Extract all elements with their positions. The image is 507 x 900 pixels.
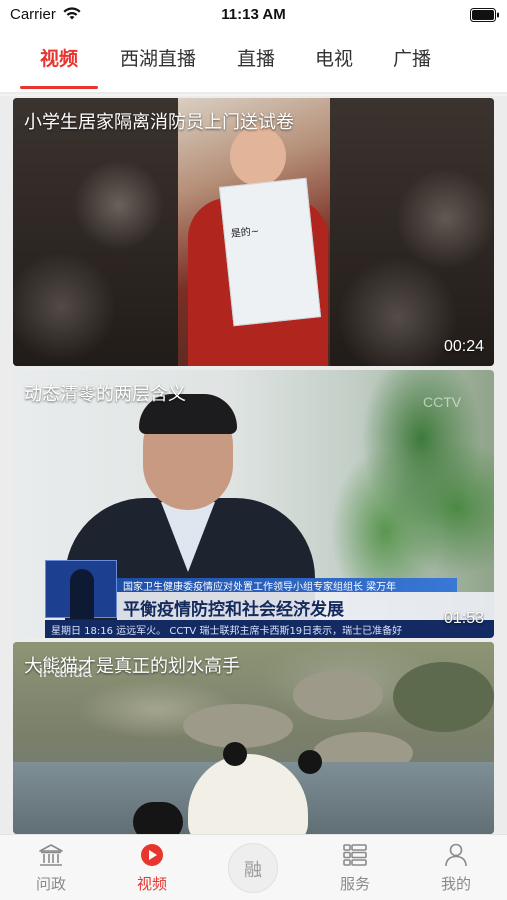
- tab-label: 广播: [392, 48, 431, 70]
- video-duration: 00:24: [443, 338, 484, 355]
- news-caption: 平衡疫情防控和社会经济发展: [123, 600, 344, 620]
- plant-background: [313, 370, 494, 600]
- tabbar-label: 问政: [35, 875, 66, 893]
- tabbar-label: 我的: [440, 875, 471, 893]
- video-title: 小学生居家隔离消防员上门送试卷: [24, 112, 294, 133]
- rock: [293, 670, 383, 720]
- exam-paper: 是的~: [218, 177, 322, 327]
- tab-video[interactable]: 视频: [28, 44, 90, 84]
- user-profile-icon: [445, 843, 467, 867]
- tab-tv[interactable]: 电视: [306, 44, 362, 84]
- video-card[interactable]: CCTV 国家卫生健康委疫情应对处置工作领导小组专家组组长 梁万年 平衡疫情防控…: [13, 370, 494, 638]
- channel-tabs: 视频 西湖直播 直播 电视 广播: [0, 36, 507, 90]
- panda-ear: [298, 750, 322, 774]
- play-circle-icon: [141, 844, 163, 866]
- name-strap-text: 国家卫生健康委疫情应对处置工作领导小组专家组组长 梁万年: [123, 582, 397, 593]
- sign-language-interpreter: [70, 569, 94, 619]
- center-button-label: 融: [244, 860, 262, 881]
- tv-channel-logo: CCTV: [423, 394, 462, 410]
- child-face: [230, 126, 286, 186]
- tabbar-item-profile[interactable]: 我的: [421, 835, 491, 900]
- news-caption-bar: 平衡疫情防控和社会经济发展: [117, 592, 494, 620]
- video-card[interactable]: 是的~ 小学生居家隔离消防员上门送试卷 00:24: [13, 98, 494, 366]
- panda-ear: [223, 742, 247, 766]
- video-duration: 01:53: [443, 610, 484, 627]
- center-rong-button[interactable]: 融: [228, 843, 278, 893]
- tabbar-item-inquiry[interactable]: 问政: [16, 835, 86, 900]
- tab-label: 直播: [236, 48, 275, 70]
- tab-label: 西湖直播: [119, 48, 196, 70]
- tab-westlake-live[interactable]: 西湖直播: [112, 44, 204, 84]
- tab-radio[interactable]: 广播: [384, 44, 440, 84]
- sign-language-inset: [45, 560, 117, 619]
- video-title: 大熊猫才是真正的划水高手: [24, 656, 240, 677]
- news-name-strap: 国家卫生健康委疫情应对处置工作领导小组专家组组长 梁万年: [117, 578, 457, 593]
- news-ticker: 星期日 18:16 运远军火。 CCTV 瑞士联邦主席卡西斯19日表示，瑞士已准…: [45, 620, 494, 638]
- battery-icon: [470, 8, 499, 22]
- services-list-icon: [343, 844, 367, 866]
- video-title: 动态清零的两层含义: [24, 384, 186, 405]
- tab-label: 电视: [314, 48, 353, 70]
- tab-live[interactable]: 直播: [228, 44, 284, 84]
- tabbar-item-services[interactable]: 服务: [320, 835, 390, 900]
- video-card[interactable]: iPanda 大熊猫才是真正的划水高手: [13, 642, 494, 834]
- news-ticker-text: 星期日 18:16 运远军火。 CCTV 瑞士联邦主席卡西斯19日表示，瑞士已准…: [51, 626, 403, 637]
- tabbar-item-video[interactable]: 视频: [117, 835, 187, 900]
- government-building-icon: [39, 844, 63, 866]
- frame-text: 是的~: [230, 226, 260, 240]
- video-feed[interactable]: 是的~ 小学生居家隔离消防员上门送试卷 00:24 CCTV 国家卫生健康委疫情…: [0, 96, 507, 834]
- panda-leg: [133, 802, 183, 834]
- active-tab-indicator: [20, 86, 98, 89]
- tabbar-label: 视频: [136, 875, 167, 893]
- tabbar-label: 服务: [339, 875, 370, 893]
- tab-label: 视频: [39, 48, 78, 70]
- clock: 11:13 AM: [221, 6, 286, 23]
- bottom-tab-bar: 问政 视频 融 服务 我的: [0, 834, 507, 900]
- video-thumbnail: 是的~: [178, 98, 330, 366]
- status-bar: Carrier 11:13 AM: [0, 0, 507, 30]
- rock: [393, 662, 494, 732]
